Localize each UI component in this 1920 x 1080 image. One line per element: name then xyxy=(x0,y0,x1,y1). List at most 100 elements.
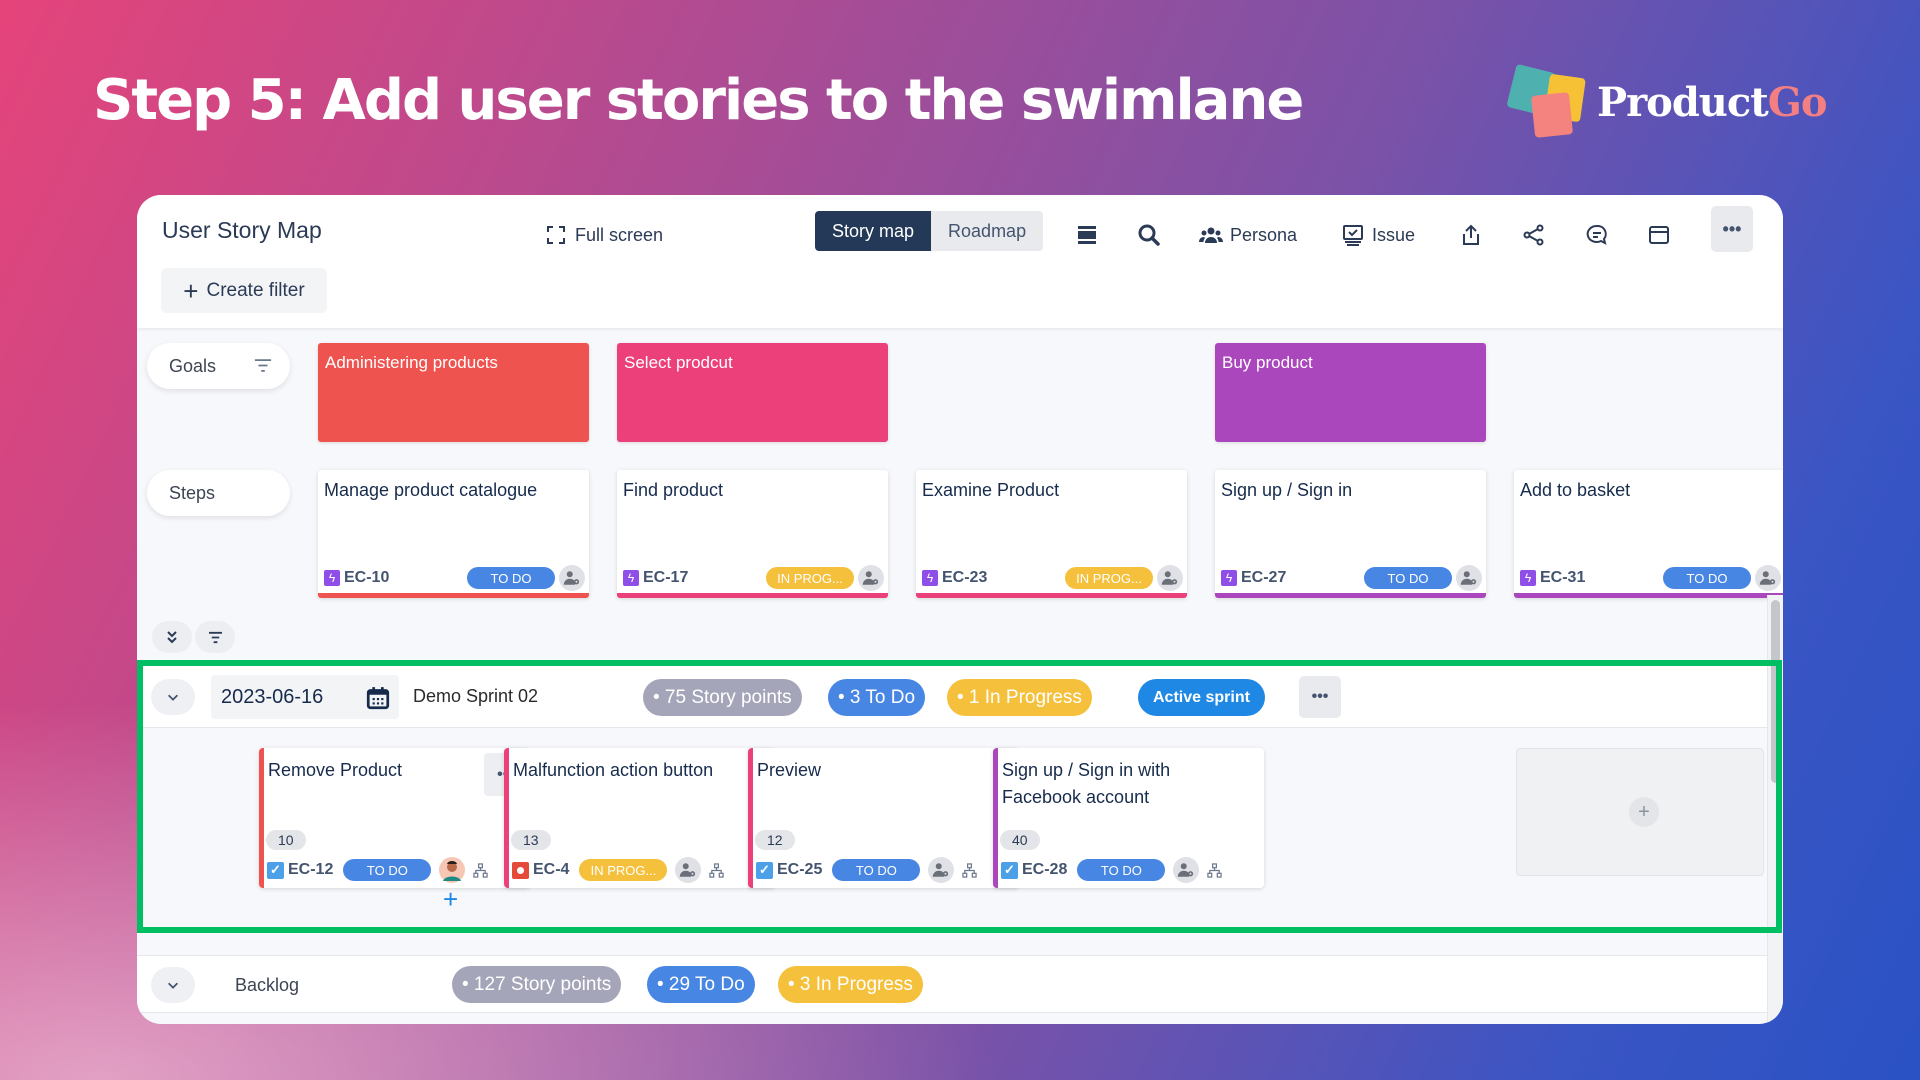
story-footer: ✓ EC-25 TO DO xyxy=(756,857,978,883)
goal-color-bar xyxy=(993,748,998,888)
sprint-story-points: • 75 Story points xyxy=(643,679,802,716)
goal-card[interactable]: Buy product xyxy=(1215,343,1486,442)
issue-key[interactable]: EC-12 xyxy=(288,861,333,879)
step-card[interactable]: Examine Product ϟ EC-23 IN PROG... xyxy=(916,470,1187,598)
goal-card[interactable]: Administering products xyxy=(318,343,589,442)
story-card[interactable]: Preview 12 ✓ EC-25 TO DO xyxy=(748,748,1019,888)
view-switcher: Story map Roadmap xyxy=(815,211,1044,251)
story-points-badge: 10 xyxy=(266,830,306,850)
release-filter-button[interactable] xyxy=(195,621,235,653)
collapse-sprint-button[interactable] xyxy=(151,679,195,715)
unassigned-user-icon[interactable] xyxy=(928,857,955,883)
filter-icon[interactable] xyxy=(254,358,272,373)
issue-monitor-icon xyxy=(1343,225,1363,246)
unassigned-user-icon[interactable] xyxy=(1456,565,1482,591)
status-badge[interactable]: IN PROG... xyxy=(1065,567,1153,589)
hierarchy-icon[interactable] xyxy=(709,862,725,878)
sprint-date-field[interactable]: 2023-06-16 xyxy=(211,675,399,719)
status-badge[interactable]: TO DO xyxy=(832,859,921,881)
full-screen-label: Full screen xyxy=(575,224,664,245)
goals-row-label[interactable]: Goals xyxy=(147,343,290,389)
unassigned-user-icon[interactable] xyxy=(858,565,884,591)
filter-icon xyxy=(208,631,222,643)
goal-color-bar xyxy=(1514,593,1783,598)
story-card[interactable]: Sign up / Sign in with Facebook account 4… xyxy=(993,748,1264,888)
steps-row-label[interactable]: Steps xyxy=(147,470,290,516)
tab-roadmap[interactable]: Roadmap xyxy=(931,211,1044,251)
share-button[interactable] xyxy=(1522,215,1546,255)
active-sprint-badge[interactable]: Active sprint xyxy=(1138,679,1265,716)
unassigned-user-icon[interactable] xyxy=(1157,565,1183,591)
search-icon xyxy=(1138,224,1160,246)
backlog-header: Backlog • 127 Story points • 29 To Do • … xyxy=(137,955,1770,1013)
swimlane-toggle-button[interactable] xyxy=(1075,215,1099,255)
assignee-avatar[interactable] xyxy=(439,857,466,883)
calendar-icon[interactable] xyxy=(365,685,391,711)
sprint-more-button[interactable]: ••• xyxy=(1299,676,1341,718)
upload-icon xyxy=(1463,224,1479,245)
issue-button[interactable]: Issue xyxy=(1341,215,1415,255)
search-button[interactable] xyxy=(1137,215,1161,255)
goal-color-bar xyxy=(748,748,753,888)
hierarchy-icon[interactable] xyxy=(1207,862,1223,878)
step-card[interactable]: Sign up / Sign in ϟ EC-27 TO DO xyxy=(1215,470,1486,598)
issue-key[interactable]: EC-27 xyxy=(1241,569,1286,587)
tab-story-map[interactable]: Story map xyxy=(815,211,932,251)
status-badge[interactable]: TO DO xyxy=(467,567,555,589)
vertical-scrollbar[interactable] xyxy=(1767,595,1783,1024)
goal-title: Select prodcut xyxy=(624,353,733,372)
story-checkbox-icon: ✓ xyxy=(267,861,284,879)
full-screen-button[interactable]: Full screen xyxy=(544,215,663,255)
add-story-below-button[interactable]: + xyxy=(443,884,458,915)
double-chevron-down-icon xyxy=(167,631,177,644)
step-footer: ϟ EC-23 IN PROG... xyxy=(922,565,1183,591)
step-title: Examine Product xyxy=(922,480,1060,500)
hierarchy-icon[interactable] xyxy=(962,862,978,878)
epic-icon: ϟ xyxy=(324,570,340,586)
sprint-date: 2023-06-16 xyxy=(221,685,324,708)
goal-color-bar xyxy=(259,748,264,888)
unassigned-user-icon[interactable] xyxy=(1755,565,1781,591)
collapse-all-button[interactable] xyxy=(152,621,192,653)
persona-button[interactable]: Persona xyxy=(1199,215,1297,255)
add-story-slot[interactable]: + xyxy=(1516,748,1764,876)
step-card[interactable]: Add to basket ϟ EC-31 TO DO xyxy=(1514,470,1783,598)
plus-icon[interactable]: + xyxy=(1629,797,1659,827)
create-filter-button[interactable]: + Create filter xyxy=(161,268,327,313)
issue-key[interactable]: EC-17 xyxy=(643,569,688,587)
scrollbar-thumb[interactable] xyxy=(1771,600,1780,783)
story-checkbox-icon: ✓ xyxy=(1001,861,1018,879)
story-card[interactable]: Malfunction action button 13 EC-4 IN PROG..… xyxy=(504,748,775,888)
unassigned-user-icon[interactable] xyxy=(559,565,585,591)
comments-button[interactable] xyxy=(1585,215,1609,255)
step-card[interactable]: Find product ϟ EC-17 IN PROG... xyxy=(617,470,888,598)
step-card[interactable]: Manage product catalogue ϟ EC-10 TO DO xyxy=(318,470,589,598)
status-badge[interactable]: TO DO xyxy=(1663,567,1751,589)
goal-card[interactable]: Select prodcut xyxy=(617,343,888,442)
panel-toggle-button[interactable] xyxy=(1647,215,1671,255)
unassigned-user-icon[interactable] xyxy=(675,857,702,883)
create-filter-label: Create filter xyxy=(206,279,305,301)
collapse-backlog-button[interactable] xyxy=(151,967,195,1003)
issue-key[interactable]: EC-25 xyxy=(777,861,822,879)
status-badge[interactable]: TO DO xyxy=(1077,859,1166,881)
issue-key[interactable]: EC-28 xyxy=(1022,861,1067,879)
issue-key[interactable]: EC-31 xyxy=(1540,569,1585,587)
share-icon xyxy=(1523,224,1544,246)
issue-key[interactable]: EC-23 xyxy=(942,569,987,587)
issue-key[interactable]: EC-4 xyxy=(533,861,569,879)
export-button[interactable] xyxy=(1459,215,1483,255)
story-points-badge: 13 xyxy=(511,830,551,850)
status-badge[interactable]: TO DO xyxy=(343,859,432,881)
status-badge[interactable]: IN PROG... xyxy=(766,567,854,589)
hierarchy-icon[interactable] xyxy=(473,862,489,878)
status-badge[interactable]: TO DO xyxy=(1364,567,1452,589)
issue-key[interactable]: EC-10 xyxy=(344,569,389,587)
steps-label: Steps xyxy=(169,482,216,503)
story-card[interactable]: Remove Product•••10✓EC-12TO DO xyxy=(259,748,530,888)
more-options-button[interactable]: ••• xyxy=(1711,206,1753,252)
status-badge[interactable]: IN PROG... xyxy=(579,859,668,881)
step-title: Sign up / Sign in xyxy=(1221,480,1353,500)
unassigned-user-icon[interactable] xyxy=(1173,857,1200,883)
plus-icon: + xyxy=(183,275,199,306)
